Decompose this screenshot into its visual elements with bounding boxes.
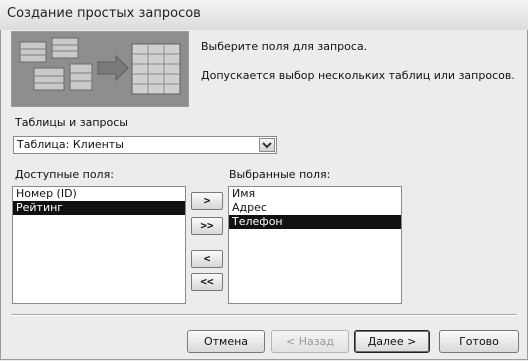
available-fields-label: Доступные поля: [15,168,114,181]
list-item[interactable]: Адрес [229,201,401,215]
list-item[interactable]: Номер (ID) [13,187,185,201]
selected-fields-label: Выбранные поля: [229,168,331,181]
wizard-illustration [11,31,189,107]
window-title: Создание простых запросов [7,6,201,21]
title-bar[interactable]: Создание простых запросов [0,0,528,31]
tables-combobox-value: Таблица: Клиенты [17,138,124,151]
available-fields-list[interactable]: Номер (ID) Рейтинг [12,186,186,304]
selected-fields-list[interactable]: Имя Адрес Телефон [228,186,402,304]
back-button[interactable]: < Назад [271,330,349,353]
add-field-button[interactable]: > [191,192,223,210]
add-all-fields-button[interactable]: >> [191,217,223,235]
cancel-button[interactable]: Отмена [187,330,265,353]
chevron-down-icon [262,142,272,149]
remove-all-fields-button[interactable]: << [191,273,223,291]
tables-to-query-graphic [12,32,188,106]
list-item[interactable]: Рейтинг [13,201,185,215]
tables-combobox[interactable]: Таблица: Клиенты [13,136,277,154]
intro-line-1: Выберите поля для запроса. [201,40,368,53]
intro-line-2: Допускается выбор нескольких таблиц или … [201,69,515,82]
list-item[interactable]: Телефон [229,215,401,229]
remove-field-button[interactable]: < [191,250,223,268]
footer-separator [11,314,517,316]
combobox-dropdown-button[interactable] [259,138,275,152]
finish-button[interactable]: Готово [439,330,519,353]
next-button[interactable]: Далее > [354,330,430,353]
tables-label: Таблицы и запросы [15,116,128,129]
list-item[interactable]: Имя [229,187,401,201]
